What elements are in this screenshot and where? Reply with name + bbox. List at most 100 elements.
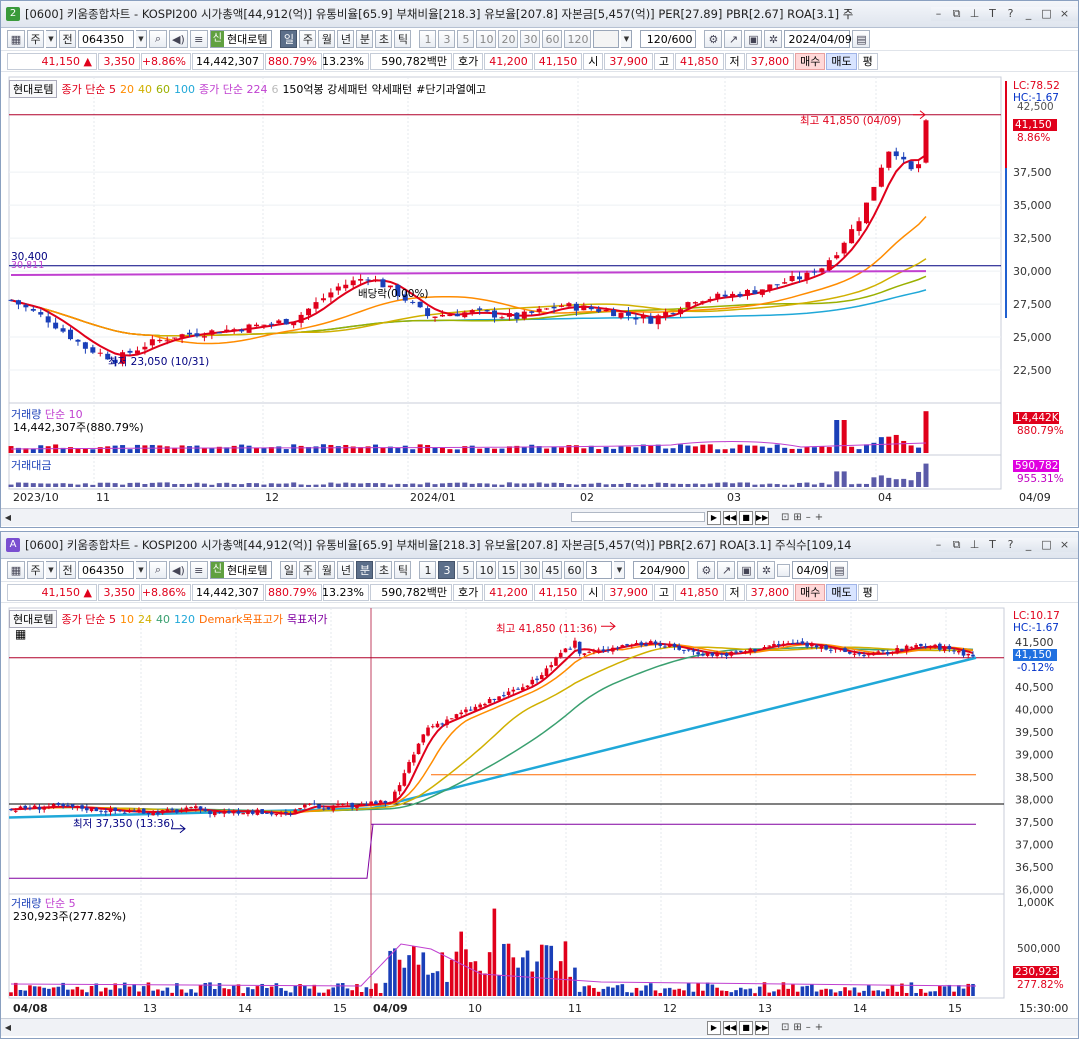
all-button[interactable]: 전: [59, 561, 76, 579]
chevron-down-icon[interactable]: ▼: [46, 561, 57, 579]
interval-10[interactable]: 10: [476, 561, 497, 579]
text-icon[interactable]: T: [985, 538, 1000, 552]
interval-120[interactable]: 120: [564, 30, 592, 48]
legend-stock-name[interactable]: 현대로템: [9, 80, 58, 98]
fit-icon[interactable]: ⊞: [793, 1022, 801, 1033]
legend-weak-pattern[interactable]: 약세패턴: [372, 81, 412, 97]
interval-20[interactable]: 20: [498, 30, 519, 48]
interval-60[interactable]: 60: [542, 30, 563, 48]
zoom-out-icon[interactable]: –: [806, 512, 811, 523]
chart-menu-icon[interactable]: ▦: [7, 30, 25, 48]
daily-candle-chart[interactable]: 37,500 35,000 32,500 30,000 27,500 25,000 22,5…: [1, 73, 1079, 511]
stop-icon[interactable]: ■: [739, 510, 753, 525]
pin-icon[interactable]: ⊥: [967, 7, 982, 21]
buy-button[interactable]: 매수: [795, 52, 826, 70]
interval-3[interactable]: 3: [438, 561, 456, 579]
title-bar[interactable]: 2 [0600] 키움종합차트 - KOSPI200 시가총액[44,912(억…: [1, 1, 1078, 28]
stock-type-button[interactable]: 주: [27, 30, 44, 48]
period-year[interactable]: 년: [337, 30, 355, 48]
interval-3[interactable]: 3: [438, 30, 456, 48]
period-second[interactable]: 초: [375, 561, 393, 579]
interval-1[interactable]: 1: [419, 30, 437, 48]
legend-ma24[interactable]: 24: [138, 613, 152, 626]
bar-count-field[interactable]: 204/900: [633, 561, 690, 579]
indicator-icon[interactable]: ⚙: [704, 30, 723, 48]
list-icon[interactable]: ≡: [189, 30, 208, 48]
minimize-icon[interactable]: –: [931, 538, 946, 552]
legend-overheat[interactable]: #단기과열예고: [416, 81, 486, 97]
calendar-icon[interactable]: ▤: [830, 561, 849, 579]
zoom-icon[interactable]: ⊡: [781, 1022, 789, 1033]
stop-icon[interactable]: ■: [739, 1020, 753, 1035]
interval-10[interactable]: 10: [476, 30, 497, 48]
legend-ma40[interactable]: 40: [138, 83, 152, 96]
all-button[interactable]: 전: [59, 30, 76, 48]
rewind-icon[interactable]: ◀◀: [723, 1020, 737, 1035]
buy-button[interactable]: 매수: [795, 583, 826, 601]
speaker-icon[interactable]: ◀): [169, 30, 188, 48]
save-icon[interactable]: ▣: [737, 561, 756, 579]
legend-stock-name[interactable]: 현대로템: [9, 610, 58, 628]
zoom-icon[interactable]: ⊡: [781, 512, 789, 523]
minimize-button[interactable]: _: [1021, 538, 1036, 552]
period-second[interactable]: 초: [375, 30, 393, 48]
pin-icon[interactable]: ⊥: [967, 538, 982, 552]
chart-scrollbar[interactable]: ◀ ▶ ◀◀ ■ ▶▶ ⊡ ⊞ – +: [1, 1018, 1078, 1036]
zoom-in-icon[interactable]: +: [815, 512, 823, 523]
period-month[interactable]: 월: [318, 30, 336, 48]
interval-60[interactable]: 60: [564, 561, 585, 579]
legend-ma224-extra[interactable]: 6: [271, 83, 278, 96]
save-icon[interactable]: ▣: [744, 30, 763, 48]
indicator-icon[interactable]: ⚙: [697, 561, 716, 579]
period-week[interactable]: 주: [299, 561, 317, 579]
interval-15[interactable]: 15: [498, 561, 519, 579]
scroll-left-icon[interactable]: ◀: [1, 1021, 15, 1035]
minimize-button[interactable]: _: [1021, 7, 1036, 21]
chevron-down-icon[interactable]: ▼: [614, 561, 626, 579]
scroll-left-icon[interactable]: ◀: [1, 511, 15, 525]
play-icon[interactable]: ▶: [707, 510, 721, 525]
interval-30[interactable]: 30: [520, 30, 541, 48]
period-year[interactable]: 년: [337, 561, 355, 579]
chevron-down-icon[interactable]: ▼: [136, 30, 147, 48]
minute-candle-chart[interactable]: 41,500 40,500 40,000 39,500 39,000 38,500 38,0…: [1, 604, 1079, 1022]
tile-icon[interactable]: ⧉: [949, 7, 964, 21]
period-minute[interactable]: 분: [356, 30, 374, 48]
legend-ma100[interactable]: 100: [174, 83, 195, 96]
stock-name-field[interactable]: 신 현대로템: [209, 30, 273, 48]
period-tick[interactable]: 틱: [394, 561, 412, 579]
tile-icon[interactable]: ⧉: [949, 538, 964, 552]
legend-ma20[interactable]: 20: [120, 83, 134, 96]
chevron-down-icon[interactable]: ▼: [46, 30, 57, 48]
legend-ma5[interactable]: 종가 단순 5: [61, 81, 115, 97]
chart-menu-icon[interactable]: ▦: [7, 561, 25, 579]
play-icon[interactable]: ▶: [707, 1020, 721, 1035]
bar-count-field[interactable]: 120/600: [640, 30, 697, 48]
interval-1[interactable]: 1: [419, 561, 437, 579]
interval-5[interactable]: 5: [457, 30, 475, 48]
gear-icon[interactable]: ✲: [764, 30, 783, 48]
forward-icon[interactable]: ▶▶: [755, 510, 769, 525]
interval-5[interactable]: 5: [457, 561, 475, 579]
help-icon[interactable]: ?: [1003, 538, 1018, 552]
forward-icon[interactable]: ▶▶: [755, 1020, 769, 1035]
list-icon[interactable]: ≡: [189, 561, 208, 579]
draw-icon[interactable]: ↗: [724, 30, 743, 48]
minimize-icon[interactable]: –: [931, 7, 946, 21]
interval-input[interactable]: [593, 30, 620, 48]
maximize-button[interactable]: □: [1039, 538, 1054, 552]
chevron-down-icon[interactable]: ▼: [621, 30, 633, 48]
rewind-icon[interactable]: ◀◀: [723, 510, 737, 525]
legend-ma120[interactable]: 120: [174, 613, 195, 626]
legend-ma60[interactable]: 60: [156, 83, 170, 96]
interval-input[interactable]: 3: [586, 561, 613, 579]
period-minute[interactable]: 분: [356, 561, 374, 579]
period-week[interactable]: 주: [299, 30, 317, 48]
legend-demark-low[interactable]: 목표저가: [287, 611, 327, 627]
close-button[interactable]: ×: [1057, 538, 1072, 552]
interval-45[interactable]: 45: [542, 561, 563, 579]
search-icon[interactable]: ⌕: [149, 30, 167, 48]
calendar-icon[interactable]: ▤: [852, 30, 871, 48]
stock-name-field[interactable]: 신 현대로템: [209, 561, 273, 579]
grid-icon[interactable]: ▦: [13, 627, 28, 641]
